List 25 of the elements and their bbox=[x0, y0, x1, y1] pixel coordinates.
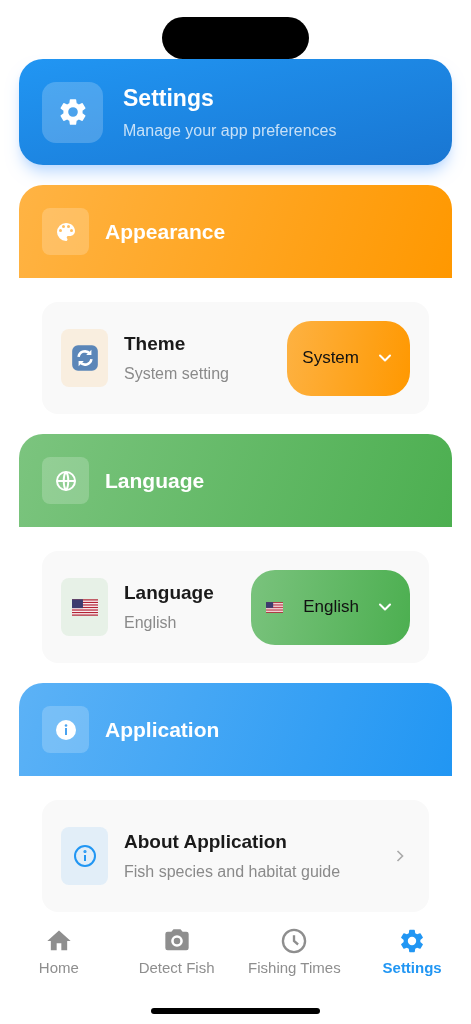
tab-bar-item[interactable]: Detect Fish bbox=[117, 917, 236, 987]
clock-icon bbox=[280, 927, 309, 955]
section-title: Appearance bbox=[105, 218, 226, 245]
setting-title: About Application bbox=[124, 829, 288, 854]
page-title: Settings bbox=[123, 83, 215, 113]
dropdown-button[interactable]: System bbox=[287, 320, 410, 396]
tab-bar-item[interactable]: Settings bbox=[353, 917, 471, 987]
setting-subtitle: System setting bbox=[124, 364, 230, 385]
refresh-icon bbox=[70, 344, 99, 372]
setting-title: Theme bbox=[124, 331, 187, 356]
tab-bar-item[interactable]: Fishing Times bbox=[235, 917, 354, 987]
setting-card[interactable]: About Application Fish species and habitat guide bbox=[42, 800, 429, 912]
info-icon bbox=[72, 844, 97, 868]
setting-subtitle: English bbox=[124, 613, 178, 634]
globe-icon bbox=[53, 468, 78, 493]
page-subtitle: Manage your app preferences bbox=[123, 121, 337, 142]
info-icon bbox=[53, 717, 78, 742]
flag-icon bbox=[71, 598, 98, 616]
flag-icon bbox=[266, 601, 284, 613]
setting-subtitle: Fish species and habitat guide bbox=[124, 862, 342, 883]
setting-title: Language bbox=[124, 580, 215, 605]
tab-bar-item[interactable]: Home bbox=[0, 917, 118, 987]
section-title: Language bbox=[105, 467, 205, 494]
section-title: Application bbox=[105, 716, 220, 743]
dropdown-button[interactable]: English bbox=[251, 569, 410, 645]
